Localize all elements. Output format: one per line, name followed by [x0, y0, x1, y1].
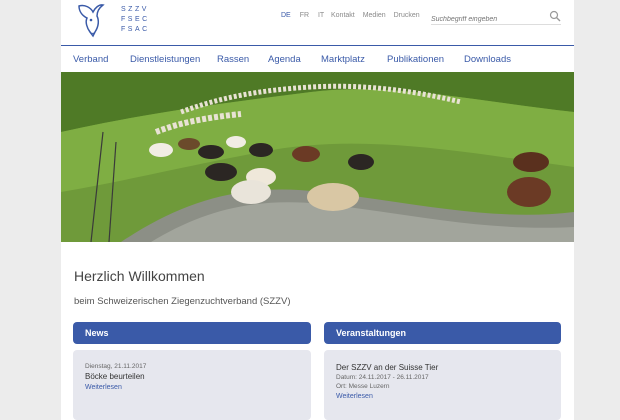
event-location: Ort: Messe Luzern — [336, 383, 390, 390]
link-drucken[interactable]: Drucken — [394, 12, 420, 19]
event-date: Datum: 24.11.2017 - 26.11.2017 — [336, 374, 429, 381]
nav-dienstleistungen[interactable]: Dienstleistungen — [130, 54, 200, 65]
hero-image — [61, 72, 574, 242]
search-input[interactable] — [431, 13, 541, 23]
welcome-subtitle: beim Schweizerischen Ziegenzuchtverband … — [74, 296, 291, 307]
link-kontakt[interactable]: Kontakt — [331, 12, 355, 19]
nav-verband[interactable]: Verband — [73, 54, 108, 65]
welcome-title: Herzlich Willkommen — [74, 268, 205, 284]
nav-publikationen[interactable]: Publikationen — [387, 54, 444, 65]
logo-text: SZZV FSEC FSAC — [121, 5, 150, 35]
news-panel: Dienstag, 21.11.2017 Böcke beurteilen We… — [73, 350, 311, 420]
news-date: Dienstag, 21.11.2017 — [85, 363, 147, 370]
nav-agenda[interactable]: Agenda — [268, 54, 301, 65]
events-panel: Der SZZV an der Suisse Tier Datum: 24.11… — [324, 350, 561, 420]
nav-rassen[interactable]: Rassen — [217, 54, 249, 65]
search-icon[interactable] — [549, 10, 561, 22]
lang-fr[interactable]: FR — [300, 12, 309, 19]
utility-links: Kontakt Medien Drucken — [331, 12, 426, 19]
news-heading: News — [73, 322, 311, 344]
event-title[interactable]: Der SZZV an der Suisse Tier — [336, 362, 549, 373]
goat-logo-icon — [78, 4, 105, 38]
nav-downloads[interactable]: Downloads — [464, 54, 511, 65]
events-heading: Veranstaltungen — [324, 322, 561, 344]
main-nav: Verband Dienstleistungen Rassen Agenda M… — [61, 45, 574, 71]
nav-marktplatz[interactable]: Marktplatz — [321, 54, 365, 65]
lang-de[interactable]: DE — [281, 12, 291, 19]
search-box — [431, 8, 561, 25]
logo[interactable]: SZZV FSEC FSAC — [73, 2, 147, 38]
news-read-more-link[interactable]: Weiterlesen — [85, 382, 299, 393]
lang-it[interactable]: IT — [318, 12, 324, 19]
language-switch: DE FR IT — [281, 12, 331, 19]
logo-line: SZZV — [121, 6, 149, 13]
logo-line: FSAC — [121, 26, 150, 33]
goat-herd-illustration — [61, 72, 574, 242]
logo-line: FSEC — [121, 16, 150, 23]
page: SZZV FSEC FSAC DE FR IT Kontakt Medien D… — [61, 0, 574, 420]
event-read-more-link[interactable]: Weiterlesen — [336, 391, 549, 402]
link-medien[interactable]: Medien — [363, 12, 386, 19]
news-title[interactable]: Böcke beurteilen — [85, 371, 299, 382]
